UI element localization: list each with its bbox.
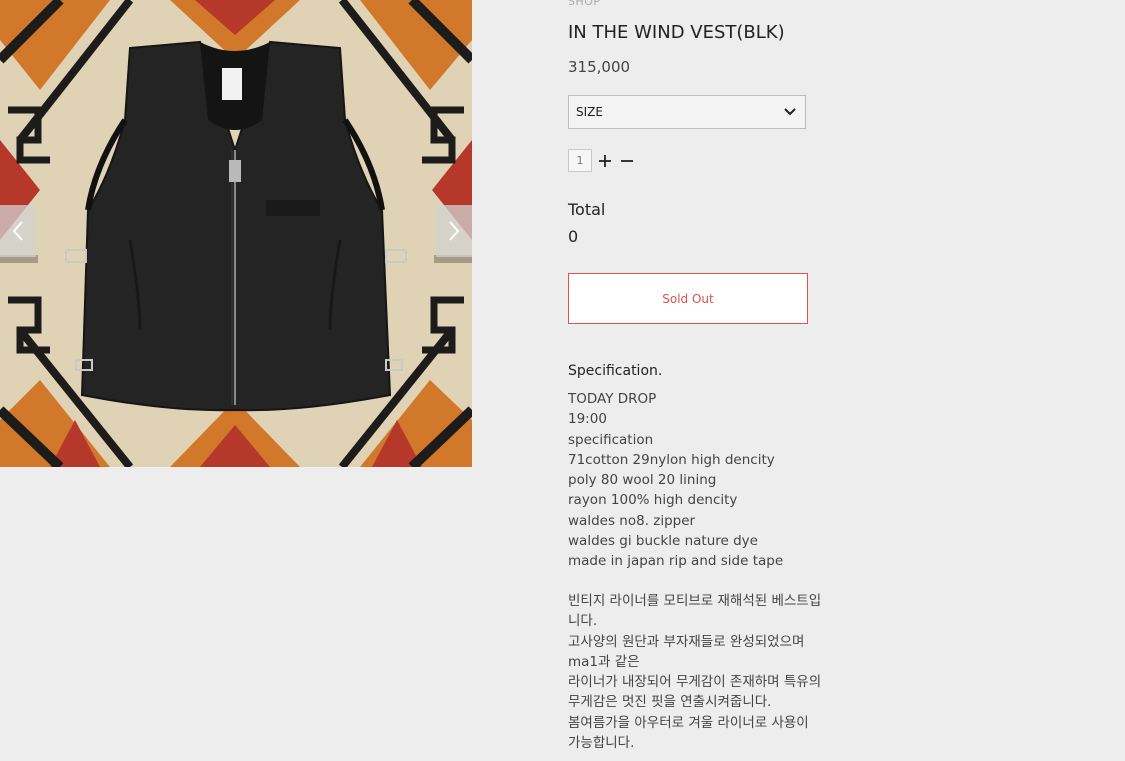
description-line: 니다. xyxy=(568,613,598,630)
prev-image-button[interactable] xyxy=(0,205,36,257)
chevron-down-icon xyxy=(784,108,796,116)
specification-list: TODAY DROP 19:00 specification 71cotton … xyxy=(568,389,783,572)
description-line: 봄여름가을 아우터로 겨울 라이너로 사용이 xyxy=(568,714,809,731)
spec-line: waldes no8. zipper xyxy=(568,512,696,529)
minus-icon xyxy=(621,159,633,162)
chevron-right-icon xyxy=(449,221,460,241)
description-line: ma1과 같은 xyxy=(568,653,640,670)
quantity-stepper: 1 xyxy=(568,149,636,172)
total-value: 0 xyxy=(568,227,579,246)
description-line: 빈티지 라이너를 모티브로 재해석된 베스트입 xyxy=(568,593,822,609)
specification-title: Specification. xyxy=(568,363,663,379)
product-image xyxy=(0,0,472,467)
next-image-button[interactable] xyxy=(436,205,472,257)
product-description: 빈티지 라이너를 모티브로 재해석된 베스트입 니다. 고사양의 원단과 부자재… xyxy=(568,591,821,753)
spec-line: TODAY DROP xyxy=(568,391,657,407)
increase-quantity-button[interactable] xyxy=(596,152,614,170)
spec-line: 71cotton 29nylon high dencity xyxy=(568,451,775,468)
description-line: 가능합니다. xyxy=(568,735,635,752)
spec-line: waldes gi buckle nature dye xyxy=(568,533,758,550)
size-select[interactable]: SIZE xyxy=(568,95,806,129)
total-label: Total xyxy=(568,200,606,219)
breadcrumb[interactable]: SHOP xyxy=(568,0,601,8)
size-select-value: SIZE xyxy=(576,105,603,119)
product-price: 315,000 xyxy=(568,58,631,76)
chevron-left-icon xyxy=(12,221,23,241)
sold-out-button[interactable]: Sold Out xyxy=(568,273,808,324)
spec-line: 19:00 xyxy=(568,411,607,428)
decrease-quantity-button[interactable] xyxy=(618,152,636,170)
plus-icon xyxy=(599,154,611,167)
vest-product-photo xyxy=(0,0,472,467)
spec-line: made in japan rip and side tape xyxy=(568,553,784,570)
description-line: 고사양의 원단과 부자재들로 완성되었으며 xyxy=(568,633,805,650)
description-line: 라이너가 내장되어 무게감이 존재하며 특유의 xyxy=(568,674,822,691)
quantity-input[interactable]: 1 xyxy=(568,149,592,172)
spec-line: poly 80 wool 20 lining xyxy=(568,472,717,489)
spec-line: specification xyxy=(568,431,654,448)
spec-line: rayon 100% high dencity xyxy=(568,492,738,509)
description-line: 무게감은 멋진 핏을 연출시켜줍니다. xyxy=(568,694,772,711)
product-title: IN THE WIND VEST(BLK) xyxy=(568,22,785,43)
